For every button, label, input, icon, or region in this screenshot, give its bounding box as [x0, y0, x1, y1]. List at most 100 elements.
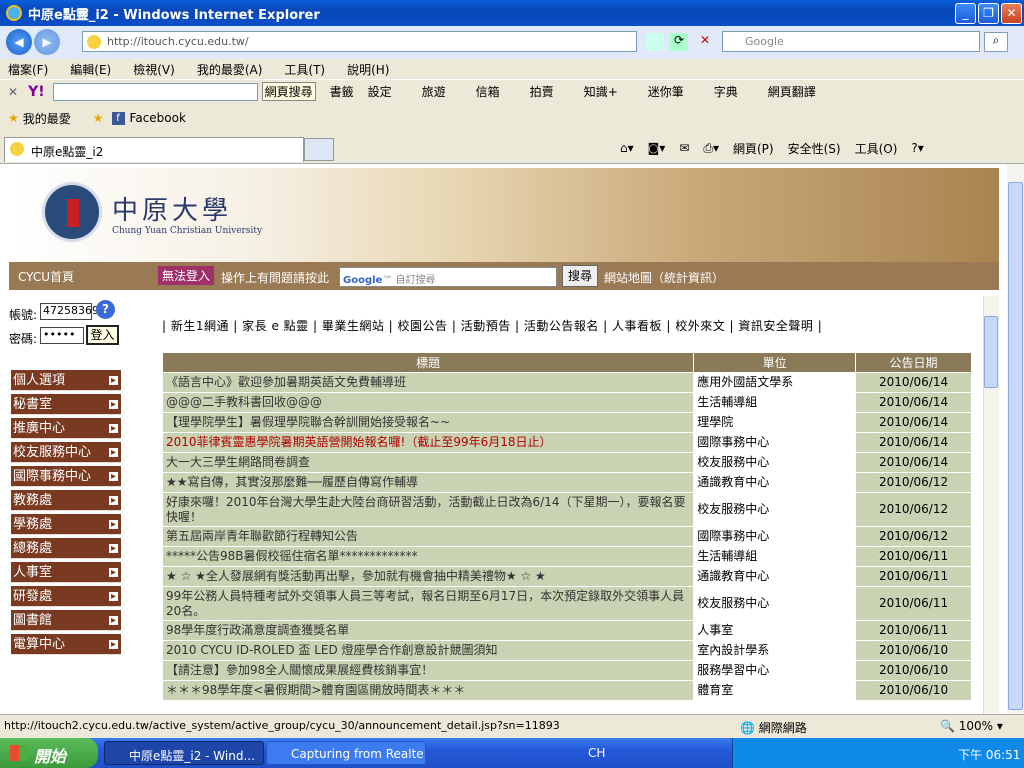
- language-indicator[interactable]: CH: [588, 746, 605, 760]
- row-title[interactable]: 【請注意】參加98全人關懷成果展經費核銷事宜！: [161, 660, 695, 681]
- close-button[interactable]: ✕: [1001, 3, 1022, 24]
- row-title[interactable]: 大一大三學生網路問卷調查: [161, 452, 695, 473]
- row-title[interactable]: 99年公務人員特種考試外交領事人員三等考試，報名日期至6月17日，本次預定錄取外…: [161, 586, 695, 621]
- yahoo-auction[interactable]: 拍賣: [530, 83, 554, 100]
- sidebar-item-library[interactable]: 圖書館: [11, 610, 121, 631]
- help-icon[interactable]: ?▾: [911, 141, 923, 155]
- row-title[interactable]: 2010菲律賓靈惠學院暑期英語營開始報名囉!（截止至99年6月18日止）: [161, 432, 695, 453]
- login-help-icon[interactable]: ?: [96, 300, 115, 319]
- login-warning-link[interactable]: 無法登入: [158, 266, 215, 285]
- yahoo-search-button[interactable]: 網頁搜尋: [261, 82, 316, 101]
- menu-file[interactable]: 檔案(F): [8, 61, 48, 78]
- sidebar-item-research[interactable]: 研發處: [11, 586, 121, 607]
- sidebar-item-personal[interactable]: 個人選項: [11, 370, 121, 391]
- tab-current[interactable]: 中原e點靈_i2: [4, 137, 304, 162]
- menu-edit[interactable]: 編輯(E): [70, 61, 111, 78]
- yahoo-settings[interactable]: 設定: [368, 83, 392, 100]
- add-favorite-icon[interactable]: ★: [93, 111, 104, 125]
- table-row[interactable]: 【請注意】參加98全人關懷成果展經費核銷事宜！ 服務學習中心 2010/06/10: [161, 660, 972, 681]
- google-search-input[interactable]: Google™ 自訂搜尋: [339, 267, 557, 287]
- links-bar[interactable]: | 新生1網通 | 家長 e 點靈 | 畢業生網站 | 校園公告 | 活動預告 …: [162, 317, 822, 334]
- table-row[interactable]: 大一大三學生網路問卷調查 校友服務中心 2010/06/14: [161, 452, 972, 473]
- sidebar-item-extension[interactable]: 推廣中心: [11, 418, 121, 439]
- table-row[interactable]: 2010 CYCU ID-ROLED 盃 LED 燈座學合作創意設計競圖須知 室內…: [161, 640, 972, 661]
- print-icon[interactable]: ⎙▾: [703, 141, 719, 156]
- row-title[interactable]: *****公告98B暑假校徭住宿名單*************: [161, 546, 695, 567]
- close-toolbar-icon[interactable]: ✕: [8, 85, 18, 99]
- header-title[interactable]: 標題: [161, 352, 695, 373]
- search-icon[interactable]: ⌕: [984, 32, 1008, 52]
- table-row[interactable]: 【理學院學生】暑假理學院聯合幹訓開始接受報名~~ 理學院 2010/06/14: [161, 412, 972, 433]
- password-input[interactable]: •••••: [40, 327, 84, 344]
- row-title[interactable]: 【理學院學生】暑假理學院聯合幹訓開始接受報名~~: [161, 412, 695, 433]
- yahoo-mininote[interactable]: 迷你筆: [648, 83, 684, 100]
- problem-link[interactable]: 操作上有問題請按此: [221, 269, 329, 286]
- menu-tools[interactable]: 工具(T): [284, 61, 325, 78]
- header-date[interactable]: 公告日期: [855, 352, 972, 373]
- row-title[interactable]: 《語言中心》歡迎參加暑期英語文免費輔導班: [161, 372, 695, 393]
- row-title[interactable]: ★★寫自傳，其實沒那麼難──履歷自傳寫作輔導: [161, 472, 695, 493]
- content-scroll-thumb[interactable]: [984, 316, 998, 388]
- facebook-link[interactable]: Facebook: [130, 111, 186, 125]
- table-row[interactable]: 99年公務人員特種考試外交領事人員三等考試，報名日期至6月17日，本次預定錄取外…: [161, 586, 972, 621]
- menu-favorites[interactable]: 我的最愛(A): [197, 61, 263, 78]
- yahoo-logo-icon[interactable]: Y!: [28, 84, 45, 100]
- feeds-icon[interactable]: ◙▾: [648, 141, 666, 155]
- sidebar-item-alumni[interactable]: 校友服務中心: [11, 442, 121, 463]
- header-unit[interactable]: 單位: [693, 352, 857, 373]
- yahoo-mail[interactable]: 信箱: [476, 83, 500, 100]
- table-row[interactable]: ★ ☆ ★全人發展網有獎活動再出擊，參加就有機會抽中精美禮物★ ☆ ★ 通識教育中…: [161, 566, 972, 587]
- table-row[interactable]: ＊＊＊98學年度<暑假期間>體育園區開放時間表＊＊＊ 體育室 2010/06/10: [161, 680, 972, 701]
- search-input[interactable]: Google: [722, 31, 980, 52]
- sitemap-link[interactable]: 網站地圖（統計資訊）: [604, 269, 724, 286]
- sidebar-item-student-affairs[interactable]: 學務處: [11, 514, 121, 535]
- row-title[interactable]: ＊＊＊98學年度<暑假期間>體育園區開放時間表＊＊＊: [161, 680, 695, 701]
- yahoo-knowledge[interactable]: 知識+: [584, 83, 618, 100]
- sidebar-item-personnel[interactable]: 人事室: [11, 562, 121, 583]
- table-row[interactable]: @@@二手教科書回收@@@ 生活輔導組 2010/06/14: [161, 392, 972, 413]
- row-title[interactable]: ★ ☆ ★全人發展網有獎活動再出擊，參加就有機會抽中精美禮物★ ☆ ★: [161, 566, 695, 587]
- yahoo-search-input[interactable]: [52, 82, 258, 101]
- refresh-icon[interactable]: ⟳: [670, 33, 688, 51]
- mail-icon[interactable]: ✉: [679, 141, 689, 155]
- taskbar-item-capture[interactable]: Capturing from Realte...: [266, 741, 426, 765]
- account-input[interactable]: 47258369: [40, 303, 99, 320]
- yahoo-travel[interactable]: 旅遊: [422, 83, 446, 100]
- google-search-button[interactable]: 搜尋: [562, 265, 598, 287]
- yahoo-bookmarks[interactable]: 書籤: [330, 83, 354, 100]
- table-row[interactable]: 2010菲律賓靈惠學院暑期英語營開始報名囉!（截止至99年6月18日止） 國際事務…: [161, 432, 972, 453]
- cmd-page[interactable]: 網頁(P): [733, 140, 774, 157]
- sidebar-item-academic[interactable]: 教務處: [11, 490, 121, 511]
- row-title[interactable]: 98學年度行政滿意度調查獲獎名單: [161, 620, 695, 641]
- menu-help[interactable]: 說明(H): [347, 61, 389, 78]
- table-row[interactable]: 好康來囉！2010年台灣大學生赴大陸台商研習活動，活動截止日改為6/14（下星期…: [161, 492, 972, 527]
- row-title[interactable]: 第五屆兩岸青年聯歡節行程轉知公告: [161, 526, 695, 547]
- compat-icon[interactable]: [646, 33, 664, 51]
- row-title[interactable]: 好康來囉！2010年台灣大學生赴大陸台商研習活動，活動截止日改為6/14（下星期…: [161, 492, 695, 527]
- row-title[interactable]: 2010 CYCU ID-ROLED 盃 LED 燈座學合作創意設計競圖須知: [161, 640, 695, 661]
- maximize-button[interactable]: ❐: [978, 3, 999, 24]
- table-row[interactable]: 第五屆兩岸青年聯歡節行程轉知公告 國際事務中心 2010/06/12: [161, 526, 972, 547]
- yahoo-translate[interactable]: 網頁翻譯: [768, 83, 816, 100]
- home-icon[interactable]: ⌂▾: [620, 141, 634, 155]
- row-title[interactable]: @@@二手教科書回收@@@: [161, 392, 695, 413]
- table-row[interactable]: 98學年度行政滿意度調查獲獎名單 人事室 2010/06/11: [161, 620, 972, 641]
- cycu-home-link[interactable]: CYCU首頁: [18, 268, 74, 285]
- start-button[interactable]: 開始: [0, 738, 98, 768]
- table-row[interactable]: ★★寫自傳，其實沒那麼難──履歷自傳寫作輔導 通識教育中心 2010/06/12: [161, 472, 972, 493]
- favorites-button[interactable]: 我的最愛: [23, 110, 71, 127]
- sidebar-item-secretariat[interactable]: 秘書室: [11, 394, 121, 415]
- table-row[interactable]: *****公告98B暑假校徭住宿名單************* 生活輔導組 2010…: [161, 546, 972, 567]
- login-button[interactable]: 登入: [86, 325, 119, 345]
- zoom-control[interactable]: 🔍 100% ▾: [940, 719, 1003, 733]
- sidebar-item-general-affairs[interactable]: 總務處: [11, 538, 121, 559]
- page-scroll-thumb[interactable]: [1008, 182, 1023, 710]
- new-tab-button[interactable]: [304, 138, 334, 161]
- taskbar-item-ie[interactable]: 中原e點靈_i2 - Wind...: [104, 741, 264, 765]
- cmd-tools[interactable]: 工具(O): [855, 140, 898, 157]
- menu-view[interactable]: 檢視(V): [133, 61, 175, 78]
- stop-icon[interactable]: ✕: [696, 33, 714, 51]
- sidebar-item-computer-center[interactable]: 電算中心: [11, 634, 121, 655]
- sidebar-item-international[interactable]: 國際事務中心: [11, 466, 121, 487]
- forward-button[interactable]: ▶: [34, 29, 60, 55]
